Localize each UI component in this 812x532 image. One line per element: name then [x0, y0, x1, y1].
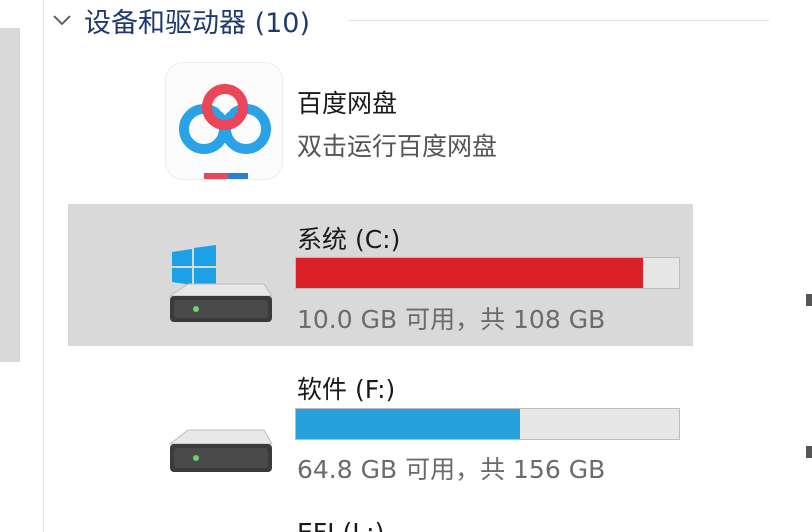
baidu-netdisk-icon [165, 62, 283, 180]
right-edge-mark [806, 446, 812, 458]
drive-usage-fill [296, 409, 521, 439]
group-divider [348, 20, 770, 21]
drive-label: 软件 (F:) [297, 375, 396, 404]
explorer-window: 设备和驱动器 (10) 百度网盘 双击运行百度网盘 系统 (C:) 10.0 G… [0, 0, 812, 532]
drive-tile-c[interactable]: 系统 (C:) 10.0 GB 可用，共 108 GB [68, 204, 693, 346]
drive-space-text: 10.0 GB 可用，共 108 GB [297, 305, 606, 334]
drive-tile-f[interactable]: 软件 (F:) 64.8 GB 可用，共 156 GB [68, 360, 693, 502]
group-header-devices[interactable]: 设备和驱动器 (10) [50, 0, 310, 40]
drive-space-text: 64.8 GB 可用，共 156 GB [297, 455, 606, 484]
drive-usage-bar [295, 257, 680, 289]
pane-divider [43, 0, 44, 532]
drive-label-partial[interactable]: EFI (L:) [297, 518, 384, 532]
group-title: 设备和驱动器 (10) [84, 7, 311, 39]
drive-label: 系统 (C:) [297, 225, 401, 254]
app-name: 百度网盘 [297, 89, 398, 118]
drive-usage-bar [295, 408, 680, 440]
right-edge-mark [806, 294, 812, 306]
chevron-down-icon[interactable] [50, 8, 74, 32]
windows-drive-icon [164, 244, 276, 334]
app-subtitle: 双击运行百度网盘 [297, 132, 498, 161]
hard-drive-icon [164, 422, 276, 486]
nav-pane-scrollbar[interactable] [0, 28, 20, 362]
drive-usage-fill [296, 258, 644, 288]
